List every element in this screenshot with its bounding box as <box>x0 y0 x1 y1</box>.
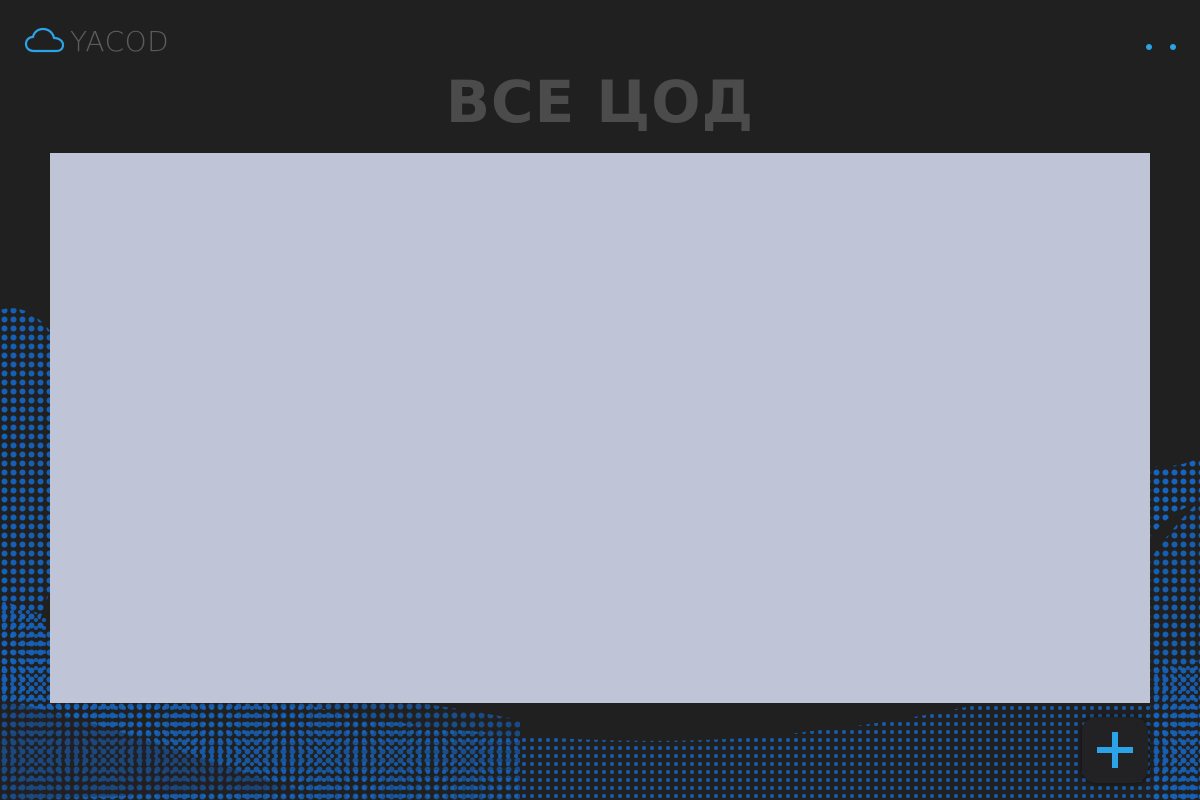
app-logo[interactable]: YACOD <box>24 24 169 58</box>
datacenter-list-panel <box>50 153 1150 703</box>
logo-text: YACOD <box>70 24 170 58</box>
more-menu-button[interactable] <box>1146 38 1176 56</box>
plus-icon <box>1097 732 1133 768</box>
add-datacenter-button[interactable] <box>1082 717 1148 783</box>
app-screen: YACOD ВСЕ ЦОД <box>0 0 1200 800</box>
more-dots-icon <box>1170 44 1176 50</box>
cloud-icon <box>24 27 65 53</box>
page-title: ВСЕ ЦОД <box>445 68 755 136</box>
more-dots-icon <box>1146 44 1152 50</box>
